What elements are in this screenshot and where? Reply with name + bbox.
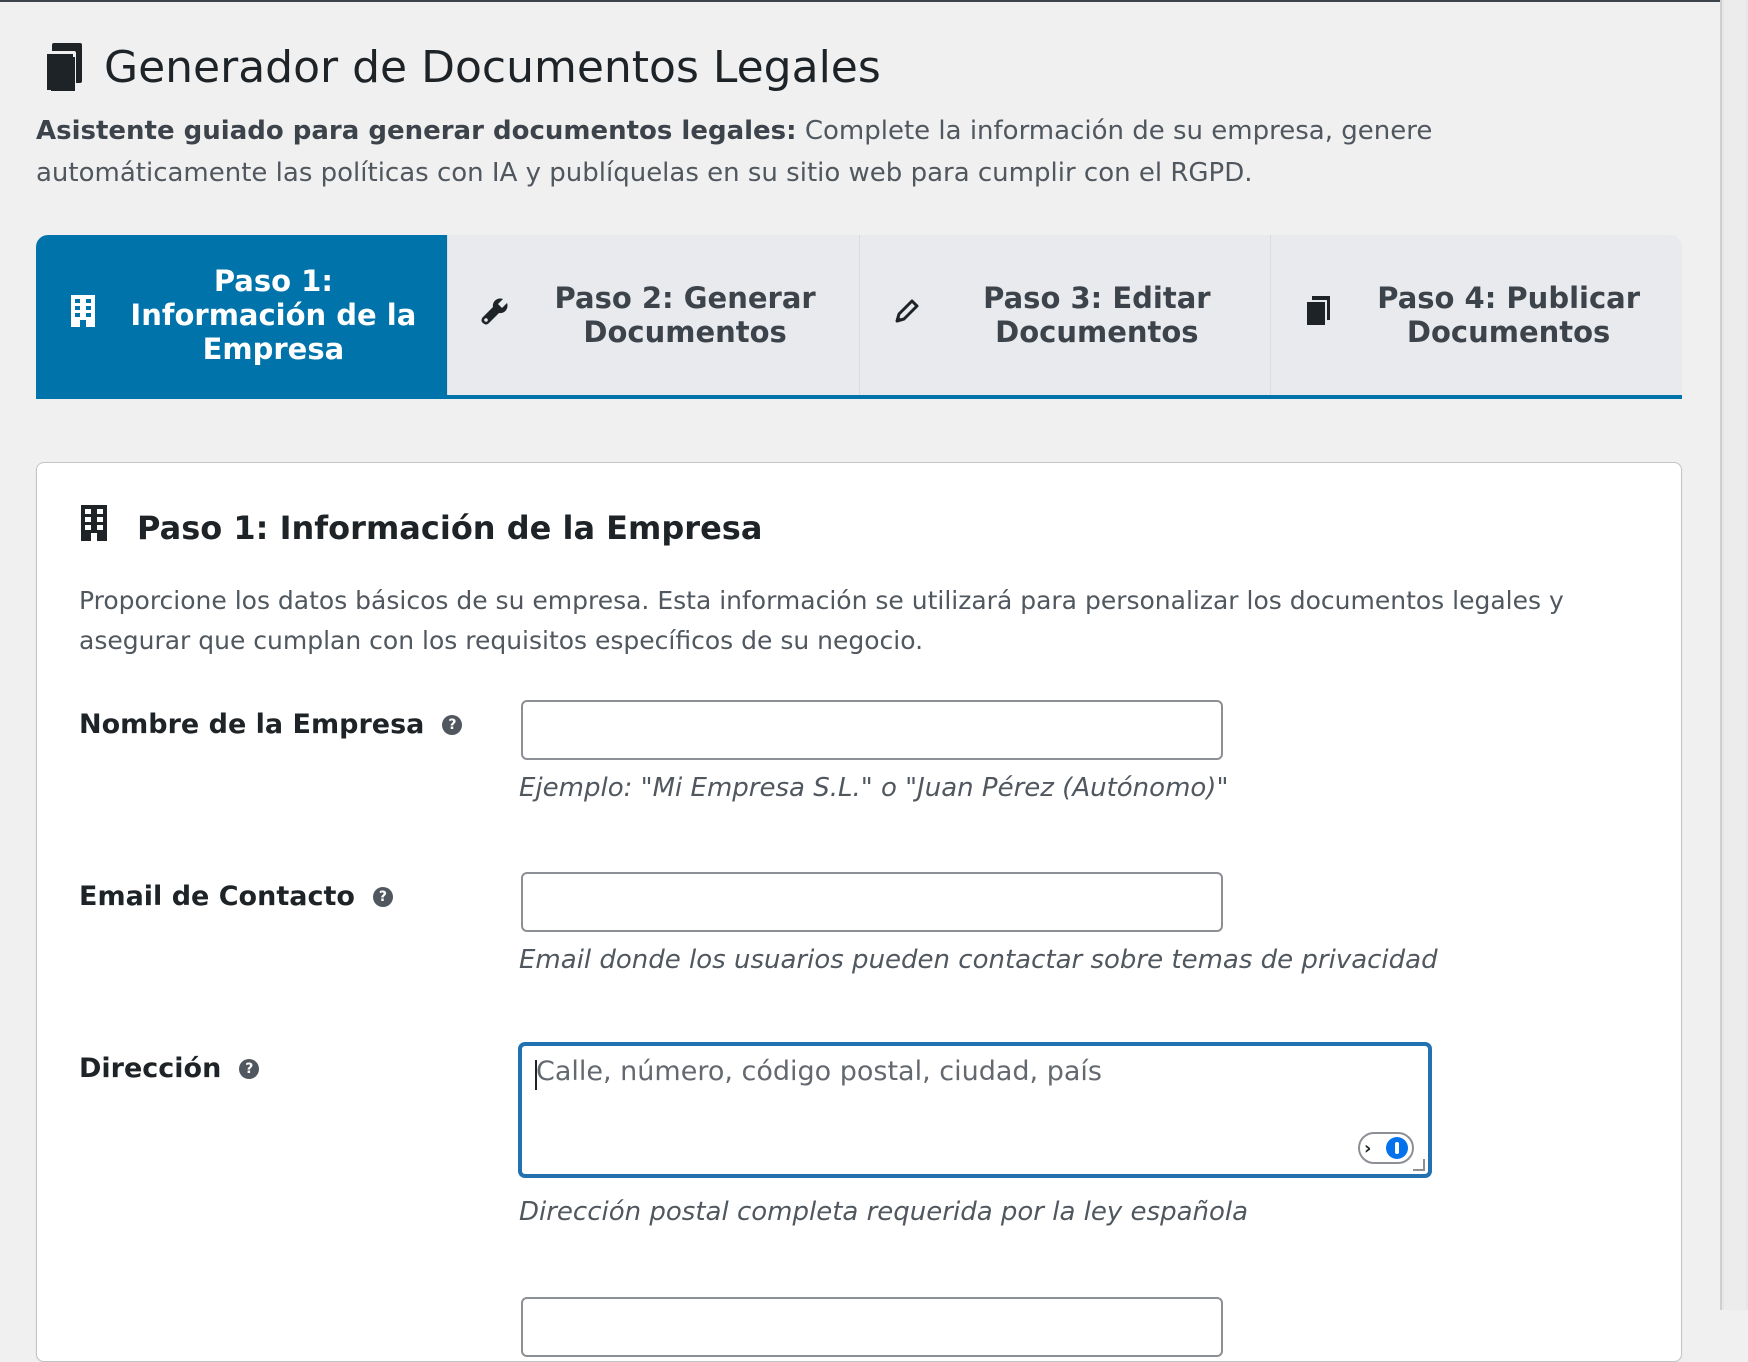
password-manager-icon xyxy=(1386,1137,1408,1159)
intro-bold: Asistente guiado para generar documentos… xyxy=(36,116,797,146)
card-header: Paso 1: Información de la Empresa xyxy=(79,503,762,552)
tab-step-1-label: Paso 1: Información de la Empresa xyxy=(130,264,417,366)
company-name-input[interactable] xyxy=(521,700,1223,760)
help-icon[interactable]: ? xyxy=(372,886,393,907)
password-manager-button[interactable]: › xyxy=(1358,1132,1414,1164)
card-description: Proporcione los datos básicos de su empr… xyxy=(79,586,1564,655)
page-title: Generador de Documentos Legales xyxy=(104,42,881,93)
tab-step-3[interactable]: Paso 3: Editar Documentos xyxy=(860,235,1272,395)
documents-icon xyxy=(1301,295,1335,335)
address-label: Dirección ? xyxy=(79,1053,260,1084)
tab-step-4[interactable]: Paso 4: Publicar Documentos xyxy=(1271,235,1682,395)
contact-email-hint: Email donde los usuarios pueden contacta… xyxy=(519,945,1438,975)
company-name-hint: Ejemplo: "Mi Empresa S.L." o "Juan Pérez… xyxy=(519,773,1229,803)
resize-handle[interactable] xyxy=(1413,1159,1425,1171)
intro-text: Asistente guiado para generar documentos… xyxy=(36,110,1636,194)
next-field-input[interactable] xyxy=(521,1297,1223,1357)
contact-email-label-text: Email de Contacto xyxy=(79,881,355,912)
tab-step-4-label: Paso 4: Publicar Documentos xyxy=(1377,281,1641,349)
tab-step-2[interactable]: Paso 2: Generar Documentos xyxy=(448,235,860,395)
window-top-border xyxy=(0,0,1722,2)
help-icon[interactable]: ? xyxy=(442,714,463,735)
company-name-label-text: Nombre de la Empresa xyxy=(79,709,425,740)
card-title: Paso 1: Información de la Empresa xyxy=(137,508,763,547)
scrollbar[interactable] xyxy=(1720,0,1748,1310)
help-icon[interactable]: ? xyxy=(239,1058,260,1079)
pencil-icon xyxy=(890,297,924,333)
building-icon xyxy=(66,294,100,336)
contact-email-label: Email de Contacto ? xyxy=(79,881,393,912)
step-card: Paso 1: Información de la Empresa Propor… xyxy=(36,462,1682,1362)
address-label-text: Dirección xyxy=(79,1053,222,1084)
tab-step-3-label: Paso 3: Editar Documentos xyxy=(983,281,1211,349)
address-placeholder: Calle, número, código postal, ciudad, pa… xyxy=(536,1056,1102,1087)
wizard-tabs: Paso 1: Información de la Empresa Paso 2… xyxy=(36,235,1682,399)
documents-icon xyxy=(44,42,84,93)
address-hint: Dirección postal completa requerida por … xyxy=(519,1197,1249,1227)
contact-email-input[interactable] xyxy=(521,872,1223,932)
company-name-label: Nombre de la Empresa ? xyxy=(79,709,463,740)
building-icon xyxy=(79,503,109,552)
wrench-icon xyxy=(478,296,512,334)
tab-step-2-label: Paso 2: Generar Documentos xyxy=(554,281,816,349)
scrollbar-track xyxy=(1724,0,1746,1310)
address-textarea[interactable]: Calle, número, código postal, ciudad, pa… xyxy=(519,1043,1431,1177)
page-header: Generador de Documentos Legales xyxy=(44,42,881,93)
tab-step-1[interactable]: Paso 1: Información de la Empresa xyxy=(36,235,448,395)
chevron-right-icon: › xyxy=(1364,1137,1372,1159)
